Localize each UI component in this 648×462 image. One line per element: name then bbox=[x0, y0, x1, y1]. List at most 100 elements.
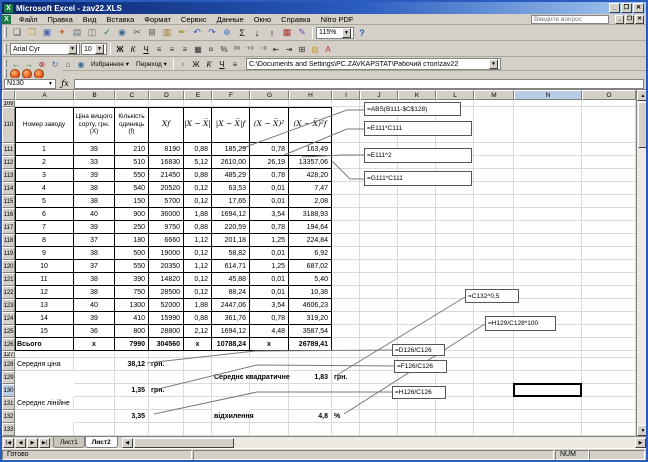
cell-I116[interactable] bbox=[332, 208, 360, 221]
cell-C117[interactable]: 250 bbox=[115, 221, 149, 234]
align-right-icon[interactable]: ≡ bbox=[179, 43, 191, 56]
cell-J116[interactable] bbox=[360, 208, 398, 221]
prev-sheet-icon[interactable]: ◀ bbox=[15, 437, 26, 448]
column-header-C[interactable]: C bbox=[115, 90, 149, 100]
show-web-toolbar-icon[interactable]: ▫ bbox=[177, 58, 189, 71]
horizontal-scrollbar[interactable]: ◀ ▶ bbox=[121, 437, 646, 448]
cell-C122[interactable]: 750 bbox=[115, 286, 149, 299]
cell-E130[interactable] bbox=[184, 384, 212, 397]
cell-H121[interactable]: 5,40 bbox=[289, 273, 332, 286]
cell-B125[interactable]: 36 bbox=[74, 325, 115, 338]
cell-C124[interactable]: 410 bbox=[115, 312, 149, 325]
cell-A119[interactable]: 9 bbox=[15, 247, 74, 260]
cell-O123[interactable] bbox=[582, 299, 636, 312]
column-header-D[interactable]: D bbox=[149, 90, 184, 100]
cell-B127[interactable] bbox=[74, 351, 115, 358]
cell-J121[interactable] bbox=[360, 273, 398, 286]
cell-E124[interactable]: 0,88 bbox=[184, 312, 212, 325]
cell-D123[interactable]: 52000 bbox=[149, 299, 184, 312]
name-box[interactable]: N130 ▼ bbox=[4, 78, 56, 89]
cell-G111[interactable]: 0,78 bbox=[250, 143, 289, 156]
cell-J118[interactable] bbox=[360, 234, 398, 247]
toolbar-grip[interactable] bbox=[4, 27, 7, 38]
cell-G131[interactable] bbox=[250, 397, 289, 410]
row-header-111[interactable]: 111 bbox=[2, 143, 15, 156]
cell-J125[interactable] bbox=[360, 325, 398, 338]
cell-K121[interactable] bbox=[398, 273, 436, 286]
cell-O130[interactable] bbox=[582, 384, 636, 397]
cell-N116[interactable] bbox=[514, 208, 582, 221]
row-header-123[interactable]: 123 bbox=[2, 299, 15, 312]
cell-M117[interactable] bbox=[474, 221, 514, 234]
cell-G130[interactable] bbox=[250, 384, 289, 397]
cell-E112[interactable]: 5,12 bbox=[184, 156, 212, 169]
cell-E126[interactable]: x bbox=[184, 338, 212, 351]
cell-K122[interactable] bbox=[398, 286, 436, 299]
cell-N109[interactable] bbox=[514, 100, 582, 107]
cell-O132[interactable] bbox=[582, 410, 636, 423]
cell-O115[interactable] bbox=[582, 195, 636, 208]
cell-D115[interactable]: 5700 bbox=[149, 195, 184, 208]
cell-N121[interactable] bbox=[514, 273, 582, 286]
cell-B119[interactable]: 38 bbox=[74, 247, 115, 260]
zoom-combo[interactable]: 115% ▼ bbox=[316, 26, 354, 39]
cell-H114[interactable]: 7,47 bbox=[289, 182, 332, 195]
row-header-129[interactable]: 129 bbox=[2, 371, 15, 384]
cell-F127[interactable] bbox=[212, 351, 250, 358]
cell-C121[interactable]: 390 bbox=[115, 273, 149, 286]
cell-F112[interactable]: 2610,00 bbox=[212, 156, 250, 169]
favorites-button[interactable]: Избранное ▾ bbox=[88, 60, 132, 68]
cell-N127[interactable] bbox=[514, 351, 582, 358]
cell-I133[interactable] bbox=[332, 423, 360, 436]
cell-O124[interactable] bbox=[582, 312, 636, 325]
cell-G123[interactable]: 3,54 bbox=[250, 299, 289, 312]
cell-J115[interactable] bbox=[360, 195, 398, 208]
column-header-M[interactable]: M bbox=[474, 90, 514, 100]
cell-C110[interactable]: Кількість одиниць (f) bbox=[115, 107, 149, 143]
cell-J117[interactable] bbox=[360, 221, 398, 234]
cell-A112[interactable]: 2 bbox=[15, 156, 74, 169]
cell-J123[interactable] bbox=[360, 299, 398, 312]
cell-O110[interactable] bbox=[582, 107, 636, 143]
cell-E110[interactable]: |X − X̅| bbox=[184, 107, 212, 143]
cell-C127[interactable] bbox=[115, 351, 149, 358]
italic-small-icon[interactable]: К bbox=[203, 58, 215, 71]
cell-G119[interactable]: 0,01 bbox=[250, 247, 289, 260]
sort-desc-icon[interactable]: ↑ bbox=[265, 26, 279, 39]
row-header-113[interactable]: 113 bbox=[2, 169, 15, 182]
column-header-L[interactable]: L bbox=[436, 90, 474, 100]
home-icon[interactable]: ⌂ bbox=[62, 58, 74, 71]
cell-A128[interactable]: Середня ціна bbox=[15, 358, 74, 371]
cell-D132[interactable] bbox=[149, 410, 184, 423]
cell-I114[interactable] bbox=[332, 182, 360, 195]
select-all-corner[interactable] bbox=[2, 90, 15, 100]
cell-J133[interactable] bbox=[360, 423, 398, 436]
cell-J122[interactable] bbox=[360, 286, 398, 299]
new-icon[interactable]: ❏ bbox=[10, 26, 24, 39]
nitro-pdf-icon-3[interactable] bbox=[34, 68, 44, 79]
row-header-127[interactable]: 127 bbox=[2, 351, 15, 358]
font-name-combo[interactable]: Arial Cyr ▼ bbox=[10, 43, 80, 55]
cell-M129[interactable] bbox=[474, 371, 514, 384]
cell-D117[interactable]: 9750 bbox=[149, 221, 184, 234]
cell-H118[interactable]: 224,84 bbox=[289, 234, 332, 247]
cell-I113[interactable] bbox=[332, 169, 360, 182]
increase-indent-icon[interactable]: ⇥ bbox=[283, 43, 295, 56]
cell-H109[interactable] bbox=[289, 100, 332, 107]
cell-M133[interactable] bbox=[474, 423, 514, 436]
cell-G118[interactable]: 1,25 bbox=[250, 234, 289, 247]
cell-N114[interactable] bbox=[514, 182, 582, 195]
cell-C120[interactable]: 550 bbox=[115, 260, 149, 273]
cell-O129[interactable] bbox=[582, 371, 636, 384]
cell-J119[interactable] bbox=[360, 247, 398, 260]
cell-C130[interactable]: 1,35 bbox=[115, 384, 149, 397]
row-header-112[interactable]: 112 bbox=[2, 156, 15, 169]
cell-L133[interactable] bbox=[436, 423, 474, 436]
cell-D128[interactable]: грн. bbox=[149, 358, 184, 371]
cell-E109[interactable] bbox=[184, 100, 212, 107]
cell-M128[interactable] bbox=[474, 358, 514, 371]
cell-I109[interactable] bbox=[332, 100, 360, 107]
cell-O133[interactable] bbox=[582, 423, 636, 436]
cell-B110[interactable]: Ціна вищого сорту, грн. (X) bbox=[74, 107, 115, 143]
column-header-I[interactable]: I bbox=[332, 90, 360, 100]
